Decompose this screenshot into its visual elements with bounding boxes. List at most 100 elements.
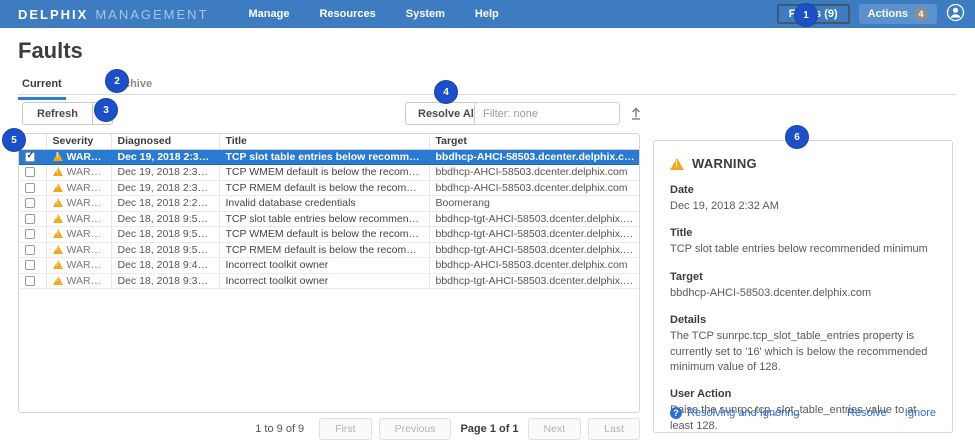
table-row[interactable]: WARNING Dec 18, 2018 9:52 AM TCP RMEM de… <box>19 242 640 258</box>
pagination: 1 to 9 of 9 First Previous Page 1 of 1 N… <box>18 418 640 440</box>
severity-label: WARNING <box>67 228 112 240</box>
warning-icon <box>53 198 63 207</box>
title-label: Title <box>670 227 936 239</box>
details-field: Details The TCP sunrpc.tcp_slot_table_en… <box>670 314 936 375</box>
menu-resources[interactable]: Resources <box>319 8 375 20</box>
refresh-button[interactable]: Refresh <box>22 102 93 125</box>
warning-icon <box>53 152 63 161</box>
menu-help[interactable]: Help <box>475 8 499 20</box>
severity-label: WARNING <box>67 197 112 209</box>
row-checkbox[interactable] <box>25 183 35 193</box>
row-checkbox[interactable] <box>25 245 35 255</box>
panel-footer: ? Resolving and Ignoring Resolve Ignore <box>670 407 936 419</box>
callout-badge-1: 1 <box>794 3 818 27</box>
details-value: The TCP sunrpc.tcp_slot_table_entries pr… <box>670 329 936 375</box>
title-cell: TCP slot table entries below recommended… <box>219 211 429 227</box>
user-profile-button[interactable] <box>946 3 965 25</box>
tab-divider <box>18 94 957 95</box>
column-header-target[interactable]: Target <box>429 134 640 149</box>
menu-manage[interactable]: Manage <box>249 8 290 20</box>
previous-page-button[interactable]: Previous <box>379 418 452 440</box>
table-row[interactable]: WARNING Dec 19, 2018 2:32 AM TCP WMEM de… <box>19 165 640 181</box>
filter-input[interactable] <box>474 102 620 125</box>
title-cell: TCP slot table entries below recommended… <box>219 149 429 165</box>
tab-current[interactable]: Current <box>18 74 66 100</box>
row-checkbox[interactable] <box>25 167 35 177</box>
warning-icon <box>53 214 63 223</box>
row-checkbox[interactable] <box>25 214 35 224</box>
title-cell: TCP RMEM default is below the recommende… <box>219 242 429 258</box>
target-cell: bbdhcp-tgt-AHCI-58503.dcenter.delphix.co… <box>429 273 640 289</box>
target-cell: bbdhcp-tgt-AHCI-58503.dcenter.delphix.co… <box>429 227 640 243</box>
last-page-button[interactable]: Last <box>588 418 640 440</box>
column-header-diagnosed[interactable]: Diagnosed <box>111 134 219 149</box>
row-checkbox[interactable] <box>25 152 35 162</box>
title-cell: Incorrect toolkit owner <box>219 273 429 289</box>
row-checkbox[interactable] <box>25 198 35 208</box>
actions-button-label: Actions <box>868 8 908 20</box>
actions-button[interactable]: Actions 4 <box>859 4 937 24</box>
target-cell: bbdhcp-AHCI-58503.dcenter.delphix.com <box>429 180 640 196</box>
target-cell: Boomerang <box>429 196 640 212</box>
resolving-and-ignoring-link[interactable]: ? Resolving and Ignoring <box>670 407 800 419</box>
row-checkbox[interactable] <box>25 229 35 239</box>
date-label: Date <box>670 184 936 196</box>
faults-page: DELPHIX MANAGEMENT Manage Resources Syst… <box>0 0 975 441</box>
diagnosed-cell: Dec 18, 2018 9:40 AM <box>111 258 219 274</box>
brand-primary: DELPHIX <box>18 7 88 22</box>
table-row[interactable]: WARNING Dec 18, 2018 9:40 AM Incorrect t… <box>19 258 640 274</box>
severity-label: WARNING <box>67 275 112 287</box>
row-checkbox[interactable] <box>25 260 35 270</box>
target-cell: bbdhcp-AHCI-58503.dcenter.delphix.com <box>429 149 640 165</box>
next-page-button[interactable]: Next <box>528 418 582 440</box>
row-checkbox[interactable] <box>25 276 35 286</box>
warning-icon <box>53 167 63 176</box>
delphix-logo: DELPHIX MANAGEMENT <box>18 7 209 22</box>
callout-badge-3: 3 <box>94 98 118 122</box>
severity-label: WARNING <box>67 259 112 271</box>
fault-details-panel: WARNING Date Dec 19, 2018 2:32 AM Title … <box>653 140 953 433</box>
table-row[interactable]: WARNING Dec 19, 2018 2:32 AM TCP slot ta… <box>19 149 640 165</box>
column-header-title[interactable]: Title <box>219 134 429 149</box>
warning-icon <box>53 183 63 192</box>
table-row[interactable]: WARNING Dec 19, 2018 2:32 AM TCP RMEM de… <box>19 180 640 196</box>
diagnosed-cell: Dec 19, 2018 2:32 AM <box>111 165 219 181</box>
diagnosed-cell: Dec 18, 2018 9:52 AM <box>111 242 219 258</box>
diagnosed-cell: Dec 18, 2018 9:39 AM <box>111 273 219 289</box>
table-row[interactable]: WARNING Dec 18, 2018 2:23 PM Invalid dat… <box>19 196 640 212</box>
callout-badge-6: 6 <box>785 125 809 149</box>
title-field: Title TCP slot table entries below recom… <box>670 227 936 257</box>
callout-badge-2: 2 <box>105 69 129 93</box>
target-cell: bbdhcp-tgt-AHCI-58503.dcenter.delphix.co… <box>429 211 640 227</box>
title-cell: Invalid database credentials <box>219 196 429 212</box>
severity-label: WARNING <box>67 151 112 163</box>
target-cell: bbdhcp-tgt-AHCI-58503.dcenter.delphix.co… <box>429 242 640 258</box>
target-cell: bbdhcp-AHCI-58503.dcenter.delphix.com <box>429 165 640 181</box>
faults-table-container: Severity Diagnosed Title Target WARNING … <box>18 133 640 413</box>
help-icon: ? <box>670 407 682 419</box>
warning-icon <box>53 260 63 269</box>
ignore-link[interactable]: Ignore <box>905 407 936 419</box>
target-field: Target bbdhcp-AHCI-58503.dcenter.delphix… <box>670 271 936 301</box>
table-row[interactable]: WARNING Dec 18, 2018 9:52 AM TCP slot ta… <box>19 211 640 227</box>
fault-severity-header: WARNING <box>670 156 936 171</box>
export-button[interactable] <box>628 105 644 124</box>
table-row[interactable]: WARNING Dec 18, 2018 9:39 AM Incorrect t… <box>19 273 640 289</box>
callout-badge-5: 5 <box>2 128 26 152</box>
diagnosed-cell: Dec 18, 2018 9:52 AM <box>111 227 219 243</box>
warning-icon <box>53 229 63 238</box>
top-menu: Manage Resources System Help <box>249 8 499 20</box>
warning-icon <box>53 245 63 254</box>
first-page-button[interactable]: First <box>319 418 371 440</box>
menu-system[interactable]: System <box>406 8 445 20</box>
footer-actions: Resolve Ignore <box>847 407 936 419</box>
title-value: TCP slot table entries below recommended… <box>670 242 936 257</box>
resolve-link[interactable]: Resolve <box>847 407 887 419</box>
date-field: Date Dec 19, 2018 2:32 AM <box>670 184 936 214</box>
column-header-severity[interactable]: Severity <box>46 134 111 149</box>
pagination-range: 1 to 9 of 9 <box>255 423 304 435</box>
severity-text: WARNING <box>692 156 757 171</box>
target-value: bbdhcp-AHCI-58503.dcenter.delphix.com <box>670 286 936 301</box>
details-label: Details <box>670 314 936 326</box>
table-row[interactable]: WARNING Dec 18, 2018 9:52 AM TCP WMEM de… <box>19 227 640 243</box>
